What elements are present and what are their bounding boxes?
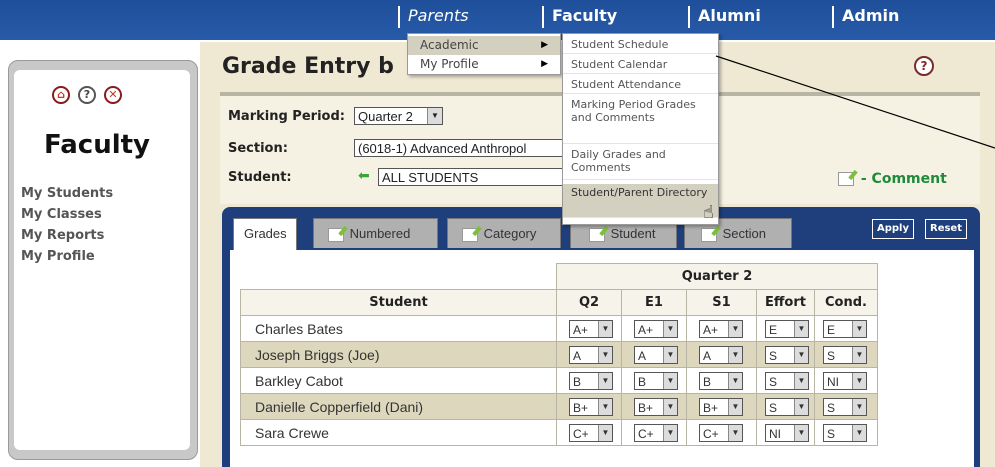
callout-line <box>715 55 995 149</box>
hand-cursor-icon: ☝ <box>703 202 714 223</box>
